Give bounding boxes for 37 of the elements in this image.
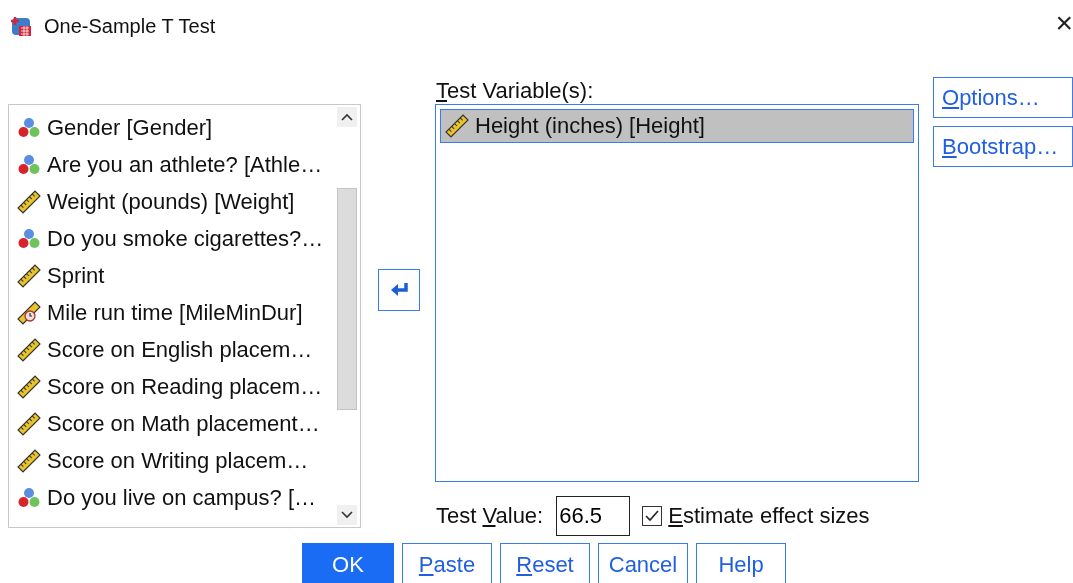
nominal-variable-icon (17, 152, 41, 177)
variable-item[interactable]: Mile run time [MileMinDur] (47, 299, 303, 326)
dialog-button[interactable]: Reset (500, 543, 590, 583)
chevron-down-icon (340, 511, 353, 519)
nominal-variable-icon (17, 226, 41, 251)
app-icon (10, 15, 32, 37)
dialog-button[interactable]: Paste (402, 543, 492, 583)
window-title: One-Sample T Test (44, 14, 216, 38)
variable-item[interactable]: Score on Writing placem… (47, 447, 309, 474)
close-button[interactable]: × (1055, 8, 1073, 38)
dialog-option-button[interactable]: Options… (933, 77, 1073, 118)
nominal-variable-icon (17, 485, 41, 510)
dialog-option-button[interactable]: Bootstrap… (933, 126, 1073, 167)
effect-sizes-checkbox[interactable] (642, 506, 663, 526)
variable-item[interactable]: Sprint (47, 262, 105, 289)
variable-item[interactable]: Do you smoke cigarettes?… (47, 225, 324, 252)
scroll-down-button[interactable] (336, 505, 357, 525)
variable-item[interactable]: Are you an athlete? [Athle… (47, 151, 323, 178)
test-variable-item[interactable]: Height (inches) [Height] (440, 109, 914, 143)
variable-item[interactable]: Gender [Gender] (47, 114, 213, 141)
dialog-button[interactable]: Cancel (598, 543, 688, 583)
variable-item[interactable]: Score on Reading placem… (47, 373, 323, 400)
variable-item[interactable]: Score on English placem… (47, 336, 313, 363)
variable-item[interactable]: Weight (pounds) [Weight] (47, 188, 295, 215)
effect-sizes-label: Estimate effect sizes (668, 503, 870, 529)
test-value-label: Test Value: (436, 503, 544, 529)
chevron-up-icon (340, 113, 353, 121)
dialog-button[interactable]: Help (696, 543, 786, 583)
variable-item[interactable]: Do you live on campus? [… (47, 484, 317, 511)
scroll-up-button[interactable] (336, 107, 357, 127)
test-variables-label: Test Variable(s): (436, 77, 595, 104)
dialog-button[interactable]: OK (302, 543, 394, 583)
nominal-variable-icon (17, 115, 41, 140)
test-value-field[interactable]: 66.5 (556, 496, 631, 536)
move-variable-button[interactable] (377, 269, 420, 311)
scrollbar-thumb[interactable] (336, 188, 357, 410)
variable-item[interactable]: Score on Math placement… (47, 410, 320, 437)
